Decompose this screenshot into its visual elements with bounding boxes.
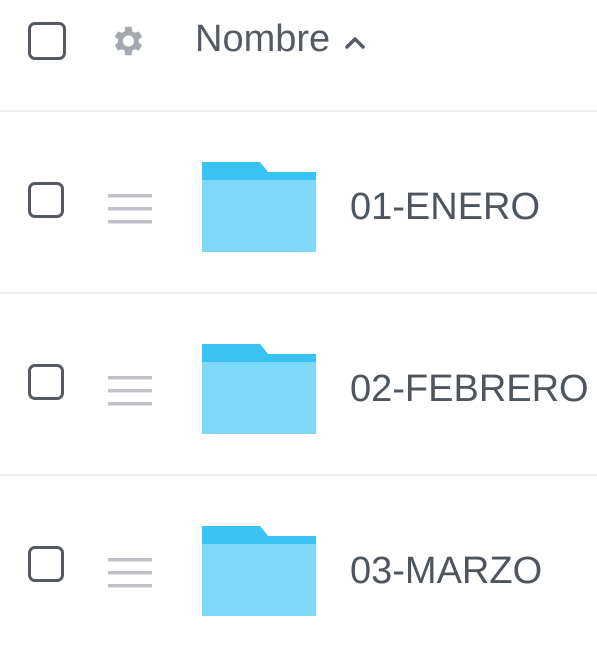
select-all-checkbox[interactable] <box>28 22 66 60</box>
folder-name[interactable]: 03-MARZO <box>350 552 542 590</box>
folder-icon[interactable] <box>202 344 316 434</box>
row-checkbox[interactable] <box>28 182 64 218</box>
folder-icon[interactable] <box>202 526 316 616</box>
row-checkbox[interactable] <box>28 364 64 400</box>
gear-icon[interactable] <box>108 22 146 60</box>
column-header-label: Nombre <box>195 18 331 60</box>
column-header-nombre[interactable]: Nombre <box>195 14 366 64</box>
row-checkbox[interactable] <box>28 546 64 582</box>
drag-handle-icon[interactable] <box>108 556 152 590</box>
folder-name[interactable]: 01-ENERO <box>350 188 540 226</box>
list-item[interactable]: 02-FEBRERO <box>0 294 597 476</box>
list-header: Nombre <box>0 0 597 112</box>
drag-handle-icon[interactable] <box>108 192 152 226</box>
file-list: Nombre 01-ENERO 02-FEBRERO 03-MARZO <box>0 0 597 648</box>
chevron-up-icon <box>345 37 365 49</box>
list-item[interactable]: 01-ENERO <box>0 112 597 294</box>
list-item[interactable]: 03-MARZO <box>0 476 597 648</box>
folder-icon[interactable] <box>202 162 316 252</box>
drag-handle-icon[interactable] <box>108 374 152 408</box>
folder-name[interactable]: 02-FEBRERO <box>350 370 589 408</box>
